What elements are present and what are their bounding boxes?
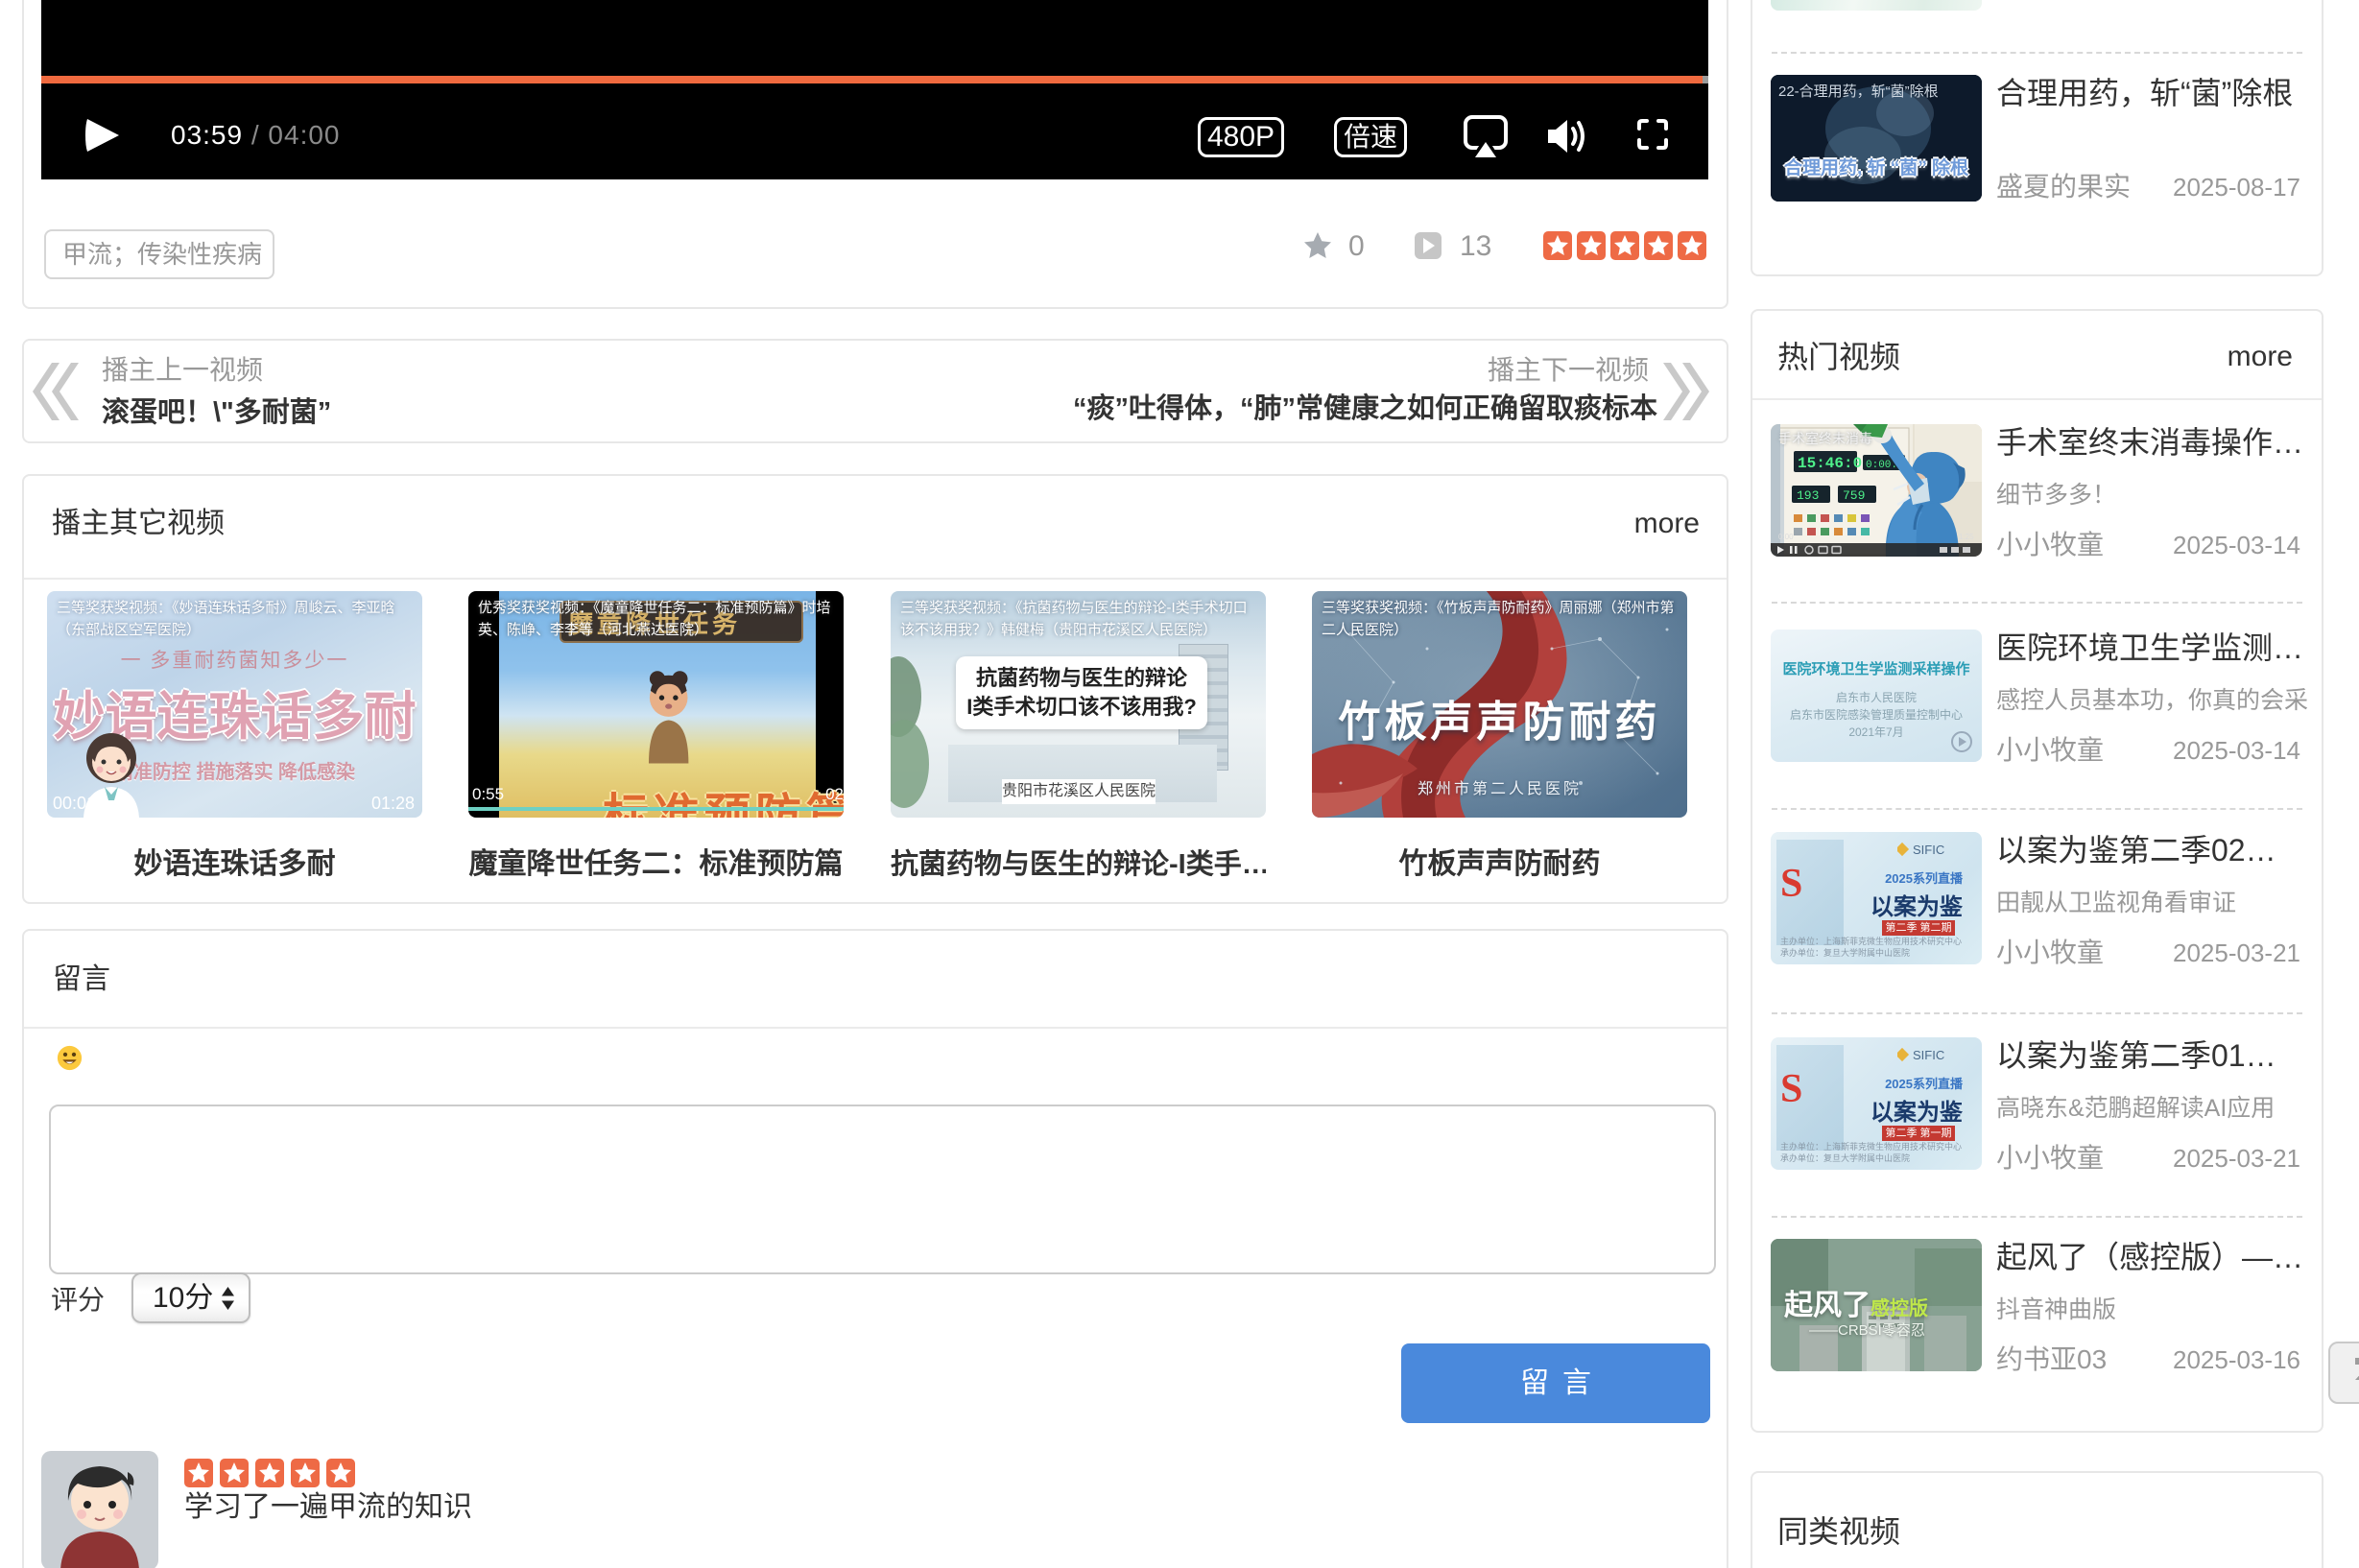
svg-text:15:46:0: 15:46:0: [1798, 455, 1862, 472]
svg-text:SIFIC: SIFIC: [1913, 843, 1944, 857]
svg-text:1:25: 1:25: [1959, 533, 1974, 541]
svg-text:193: 193: [1797, 488, 1819, 503]
svg-text:SIFIC: SIFIC: [1913, 1048, 1944, 1062]
svg-text:0:00: 0:00: [1778, 533, 1794, 541]
svg-text:759: 759: [1843, 488, 1865, 503]
